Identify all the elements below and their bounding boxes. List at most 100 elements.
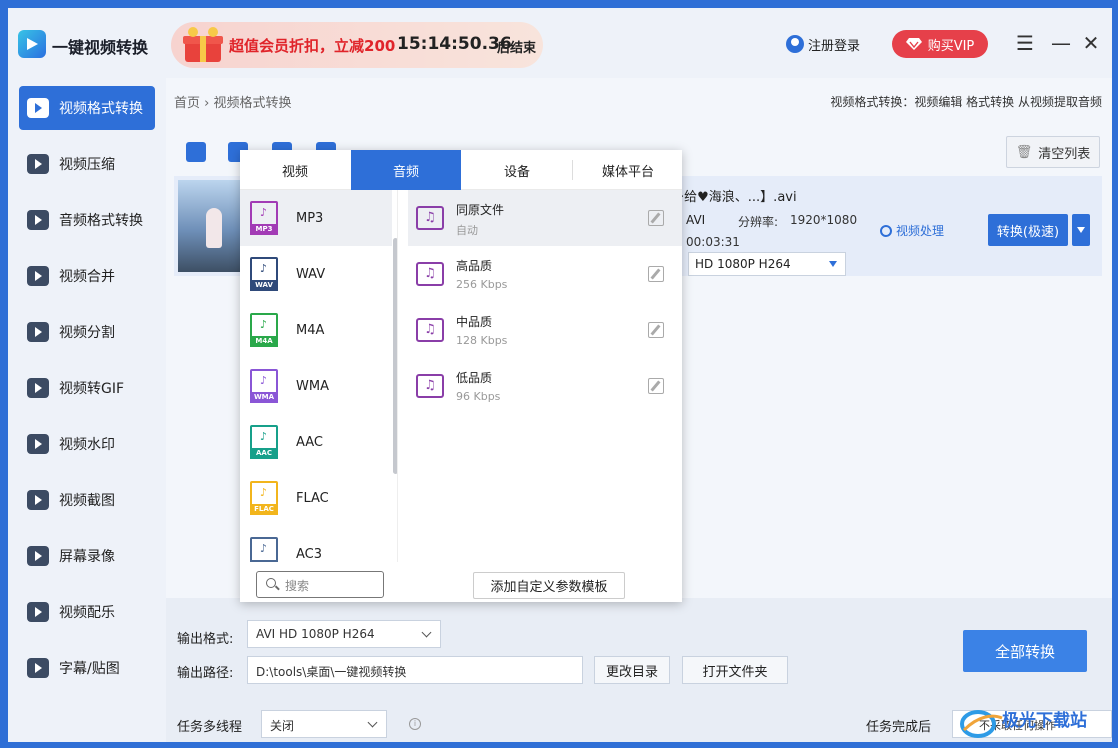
file-name[interactable]: ·给♥海浪、...】.avi [680, 186, 797, 205]
sidebar-item-label: 视频配乐 [59, 605, 115, 621]
sidebar-item-video-watermark[interactable]: 视频水印 [19, 422, 155, 466]
user-icon [786, 35, 804, 53]
format-label: FLAC [296, 490, 329, 506]
scissors-icon [880, 224, 892, 237]
app-title: 一键视频转换 [52, 38, 149, 57]
output-preset-select[interactable]: HD 1080P H264 [688, 252, 846, 276]
change-directory-button[interactable]: 更改目录 [594, 656, 670, 684]
add-file-icon[interactable] [186, 142, 206, 162]
format-item-wma[interactable]: ♪ WMA WMA [240, 358, 392, 414]
breadcrumb[interactable]: 首页 › 视频格式转换 [174, 92, 291, 111]
quality-item-medium[interactable]: ♫ 中品质 128 Kbps [408, 302, 682, 358]
promo-end-label: 后结束 [497, 41, 537, 56]
quality-item-high[interactable]: ♫ 高品质 256 Kbps [408, 246, 682, 302]
watermark-icon [27, 434, 49, 454]
quality-name: 同原文件 [456, 203, 505, 217]
feature-links[interactable]: 视频格式转换：视频编辑 格式转换 从视频提取音频 [830, 93, 1102, 110]
compress-icon [27, 154, 49, 174]
minimize-icon[interactable]: — [1048, 30, 1074, 56]
tab-audio[interactable]: 音频 [351, 150, 461, 190]
screenshot-icon [27, 490, 49, 510]
sidebar-item-video-screenshot[interactable]: 视频截图 [19, 478, 155, 522]
svg-text:极光下载站: 极光下载站 [1002, 710, 1087, 731]
video-convert-icon [27, 98, 49, 118]
sidebar-item-audio-format-convert[interactable]: 音频格式转换 [19, 198, 155, 242]
add-custom-template-button[interactable]: 添加自定义参数模板 [473, 572, 625, 599]
edit-icon[interactable] [648, 266, 664, 282]
caret-down-icon [829, 261, 837, 267]
format-item-aac[interactable]: ♪ AAC AAC [240, 414, 392, 470]
quality-item-low[interactable]: ♫ 低品质 96 Kbps [408, 358, 682, 414]
mp3-file-icon: ♪ MP3 [250, 201, 278, 235]
format-item-wav[interactable]: ♪ WAV WAV [240, 246, 392, 302]
format-label: M4A [296, 322, 325, 338]
output-path-field[interactable]: D:\tools\桌面\一键视频转换 [247, 656, 583, 684]
menu-icon[interactable]: ☰ [1012, 30, 1038, 56]
sidebar-item-video-split[interactable]: 视频分割 [19, 310, 155, 354]
edit-icon[interactable] [648, 378, 664, 394]
format-item-ac3[interactable]: ♪AC3 AC3 [240, 526, 392, 562]
output-format-value: AVI HD 1080P H264 [256, 627, 375, 641]
audio-convert-icon [27, 210, 49, 230]
format-list-scrollbar[interactable] [393, 238, 397, 474]
edit-icon[interactable] [648, 210, 664, 226]
format-item-m4a[interactable]: ♪ M4A M4A [240, 302, 392, 358]
sidebar: 视频格式转换 视频压缩 音频格式转换 视频合并 视频分割 视频转GIF 视频水印 [8, 78, 166, 742]
sidebar-item-label: 视频合并 [59, 269, 115, 285]
sidebar-item-video-compress[interactable]: 视频压缩 [19, 142, 155, 186]
sidebar-item-subtitle-sticker[interactable]: 字幕/贴图 [19, 646, 155, 690]
file-format: AVI [686, 213, 706, 227]
format-item-mp3[interactable]: ♪ MP3 MP3 [240, 190, 392, 246]
close-icon[interactable]: ✕ [1078, 30, 1104, 56]
output-format-select[interactable]: AVI HD 1080P H264 [247, 620, 441, 648]
sidebar-item-video-merge[interactable]: 视频合并 [19, 254, 155, 298]
buy-vip-button[interactable]: 购买VIP [892, 30, 988, 58]
clear-list-button[interactable]: 🗑 清空列表 [1006, 136, 1100, 168]
multithread-select[interactable]: 关闭 [261, 710, 387, 738]
quality-bitrate: 256 Kbps [456, 278, 508, 291]
video-process-link[interactable]: 视频处理 [880, 222, 944, 239]
video-thumbnail[interactable] [178, 180, 242, 272]
tab-media-platform[interactable]: 媒体平台 [573, 150, 683, 190]
audio-format-list[interactable]: ♪ MP3 MP3 ♪ WAV WAV ♪ M4A M4A ♪ WMA WMA ♪ AAC… [240, 190, 398, 562]
convert-all-button[interactable]: 全部转换 [963, 630, 1087, 672]
convert-button[interactable]: 转换(极速) [988, 214, 1068, 246]
file-duration: 00:03:31 [686, 235, 740, 249]
format-search-input[interactable]: 搜索 [256, 571, 384, 598]
gift-box-icon [183, 27, 223, 62]
format-label: WAV [296, 266, 326, 282]
sidebar-item-video-format-convert[interactable]: 视频格式转换 [19, 86, 155, 130]
tab-video[interactable]: 视频 [240, 150, 350, 190]
format-tabs: 视频 音频 设备 媒体平台 [240, 150, 682, 190]
ac3-file-icon: ♪AC3 [250, 537, 278, 562]
clear-list-label: 清空列表 [1038, 146, 1091, 162]
trash-icon: 🗑 [1015, 144, 1033, 160]
sidebar-item-label: 字幕/贴图 [59, 661, 120, 677]
site-watermark-logo: 极光下载站 [960, 710, 1087, 738]
output-path-value: D:\tools\桌面\一键视频转换 [256, 665, 407, 679]
sidebar-item-screen-record[interactable]: 屏幕录像 [19, 534, 155, 578]
promo-text: 超值会员折扣，立减200 [229, 37, 396, 55]
m4a-file-icon: ♪ M4A [250, 313, 278, 347]
sidebar-item-video-music[interactable]: 视频配乐 [19, 590, 155, 634]
info-icon[interactable]: i [409, 718, 421, 730]
sidebar-item-video-to-gif[interactable]: 视频转GIF [19, 366, 155, 410]
quality-bitrate: 96 Kbps [456, 390, 501, 403]
quality-name: 高品质 [456, 259, 493, 273]
format-item-flac[interactable]: ♪ FLAC FLAC [240, 470, 392, 526]
sidebar-item-label: 视频截图 [59, 493, 115, 509]
sidebar-item-label: 视频分割 [59, 325, 115, 341]
open-folder-button[interactable]: 打开文件夹 [682, 656, 788, 684]
music-note-icon: ♫ [416, 206, 444, 230]
edit-icon[interactable] [648, 322, 664, 338]
tab-device[interactable]: 设备 [462, 150, 572, 190]
sidebar-item-label: 视频压缩 [59, 157, 115, 173]
convert-options-dropdown[interactable] [1072, 214, 1090, 246]
login-button[interactable]: 注册登录 [786, 34, 860, 54]
quality-name: 中品质 [456, 315, 493, 329]
output-format-label: 输出格式: [177, 632, 234, 647]
sidebar-item-label: 音频格式转换 [59, 213, 143, 229]
chevron-down-icon [367, 717, 378, 728]
promo-banner[interactable]: 超值会员折扣，立减200 15:14:50.36 后结束 [171, 22, 543, 68]
quality-item-original[interactable]: ♫ 同原文件 自动 [408, 190, 682, 246]
